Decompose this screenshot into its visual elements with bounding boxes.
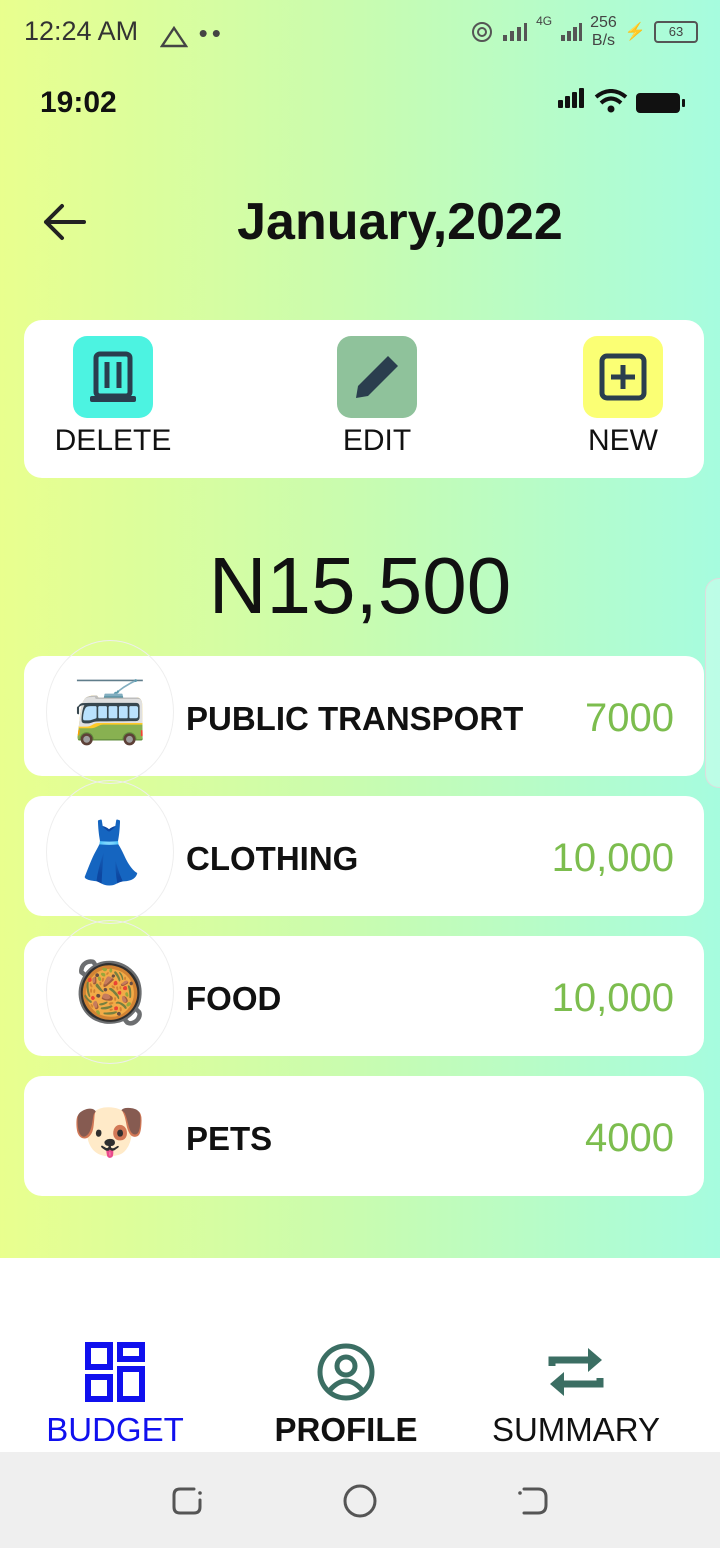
delete-label: DELETE — [54, 424, 172, 457]
notification-icons: •• — [159, 18, 225, 55]
new-label: NEW — [588, 424, 658, 457]
item-name: PETS — [186, 1120, 273, 1157]
edit-label: EDIT — [342, 424, 412, 457]
action-card: DELETE EDIT NEW — [24, 320, 704, 478]
home-icon[interactable] — [342, 1483, 378, 1519]
item-name: CLOTHING — [186, 840, 359, 877]
plus-square-icon — [599, 353, 647, 401]
total-amount: N15,500 — [208, 541, 512, 630]
trash-icon — [90, 351, 136, 402]
list-item[interactable]: 🚎 PUBLIC TRANSPORT 7000 — [24, 640, 704, 784]
person-circle-icon — [317, 1343, 375, 1401]
triangle-alert-icon — [159, 25, 189, 48]
system-status-icons: 4G 256 B/s ⚡ 63 — [470, 14, 698, 50]
signal-2-icon — [561, 23, 583, 41]
dots-icon: •• — [198, 18, 225, 48]
grid-icon — [85, 1342, 145, 1402]
tab-budget[interactable]: BUDGET — [40, 1342, 190, 1449]
new-button[interactable]: NEW — [564, 336, 682, 458]
hotspot-icon — [472, 22, 493, 42]
item-value: 4000 — [585, 1116, 674, 1160]
item-value: 10,000 — [551, 976, 674, 1020]
edit-icon-box — [337, 336, 417, 418]
dog-face-icon: 🐶 — [71, 1097, 147, 1165]
delete-button[interactable]: DELETE — [54, 336, 172, 458]
new-icon-box — [583, 336, 663, 418]
network-speed: 256 B/s — [590, 14, 617, 49]
device-clock: 19:02 — [40, 86, 117, 119]
tab-summary[interactable]: SUMMARY — [484, 1342, 668, 1449]
list-item[interactable]: 👗 CLOTHING 10,000 — [24, 780, 704, 924]
dress-icon: 👗 — [46, 780, 174, 924]
item-name: FOOD — [186, 980, 282, 1017]
wifi-icon — [594, 89, 628, 113]
network-generation: 4G — [536, 14, 553, 28]
pencil-icon — [356, 356, 398, 398]
bottom-navigation: BUDGET PROFILE SUMMARY — [0, 1258, 720, 1452]
page-title: January,2022 — [237, 193, 563, 251]
edit-button[interactable]: EDIT — [318, 336, 436, 458]
device-status-icons — [558, 88, 685, 113]
device-battery-icon — [636, 93, 685, 113]
charging-icon: ⚡ — [624, 22, 646, 41]
tab-budget-label: BUDGET — [46, 1411, 184, 1448]
tab-profile[interactable]: PROFILE — [266, 1342, 426, 1449]
item-name: PUBLIC TRANSPORT — [186, 700, 524, 737]
recents-icon[interactable] — [170, 1484, 204, 1518]
battery-indicator: 63 — [654, 21, 698, 43]
list-item[interactable]: 🐶 PETS 4000 — [24, 1076, 704, 1196]
cell-signal-icon — [558, 88, 586, 113]
trolleybus-icon: 🚎 — [46, 640, 174, 784]
paella-icon: 🥘 — [46, 920, 174, 1064]
system-navigation-bar — [0, 1452, 720, 1548]
item-value: 10,000 — [551, 836, 674, 880]
item-value: 7000 — [585, 696, 674, 740]
system-clock: 12:24 AM — [24, 16, 139, 46]
list-item[interactable]: 🥘 FOOD 10,000 — [24, 920, 704, 1064]
tab-profile-label: PROFILE — [274, 1411, 418, 1448]
tab-summary-label: SUMMARY — [491, 1411, 661, 1448]
edge-panel-handle[interactable] — [705, 578, 720, 788]
back-nav-icon[interactable] — [516, 1484, 550, 1518]
swap-arrows-icon — [548, 1348, 604, 1396]
delete-icon-box — [73, 336, 153, 418]
signal-icon — [503, 23, 528, 41]
